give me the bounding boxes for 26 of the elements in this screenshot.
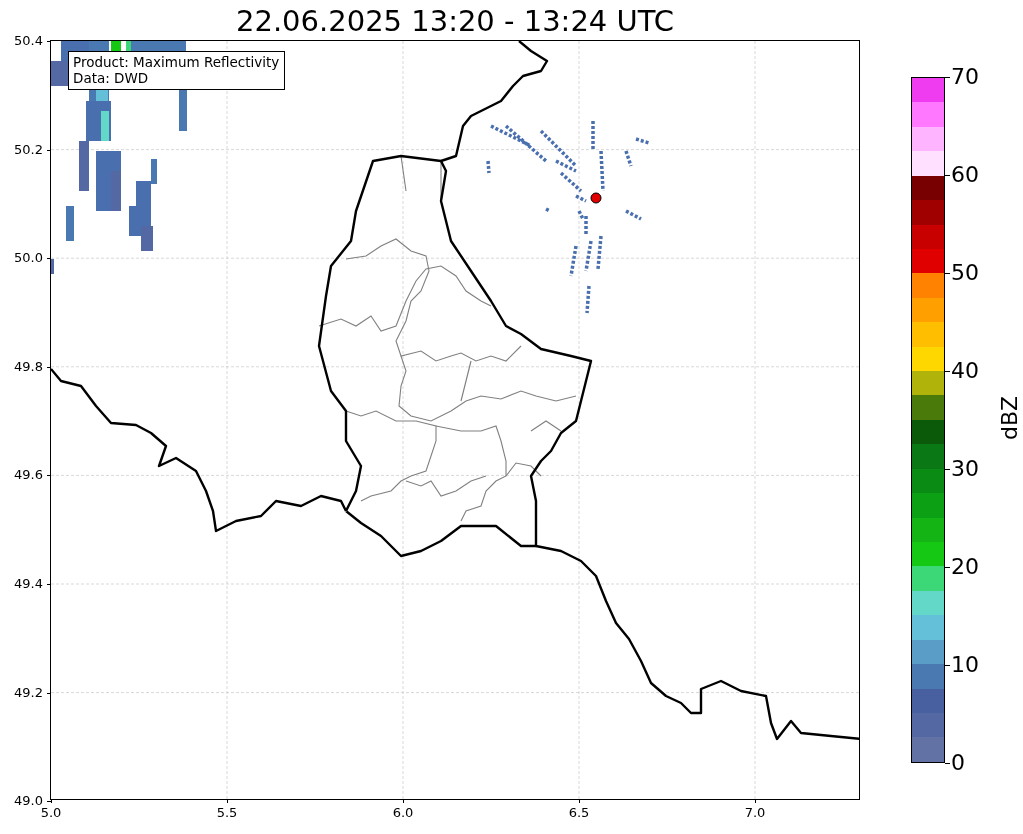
x-axis-tick-label: 6.5	[568, 805, 590, 821]
x-axis-tick-label: 5.5	[216, 805, 238, 821]
y-axis-tick-label: 49.0	[14, 793, 43, 809]
colorbar-tick-label: 10	[951, 652, 979, 678]
colorbar-tick-label: 40	[951, 358, 979, 384]
y-axis-tick-label: 50.4	[14, 33, 43, 49]
colorbar-tick-label: 70	[951, 64, 979, 90]
colorbar-tick-label: 20	[951, 554, 979, 580]
y-axis-tick-label: 49.2	[14, 684, 43, 701]
colorbar-tick-label: 30	[951, 456, 979, 482]
y-axis-tick-label: 49.4	[14, 576, 43, 592]
radar-site-marker	[590, 192, 602, 204]
colorbar-tick-label: 60	[951, 162, 979, 188]
legend-text: Product: Maximum Reflectivity	[73, 54, 280, 70]
y-axis-tick-label: 49.6	[14, 467, 43, 484]
x-axis-tick-label: 5.0	[40, 805, 62, 821]
y-axis-tick-label: 49.8	[14, 358, 43, 375]
legend-text: Data: DWD	[73, 70, 150, 86]
colorbar-tick-label: 0	[951, 750, 965, 776]
y-axis-tick-label: 50.2	[14, 141, 43, 158]
colorbar-tick-label: 50	[951, 260, 979, 286]
y-axis-tick-label: 50.0	[14, 250, 43, 267]
x-axis-tick-label: 7.0	[744, 805, 766, 821]
colorbar-label: dBZ	[997, 395, 1022, 440]
chart-title: 22.06.2025 13:20 - 13:24 UTC	[235, 3, 675, 40]
x-axis-tick-label: 6.0	[392, 805, 414, 821]
